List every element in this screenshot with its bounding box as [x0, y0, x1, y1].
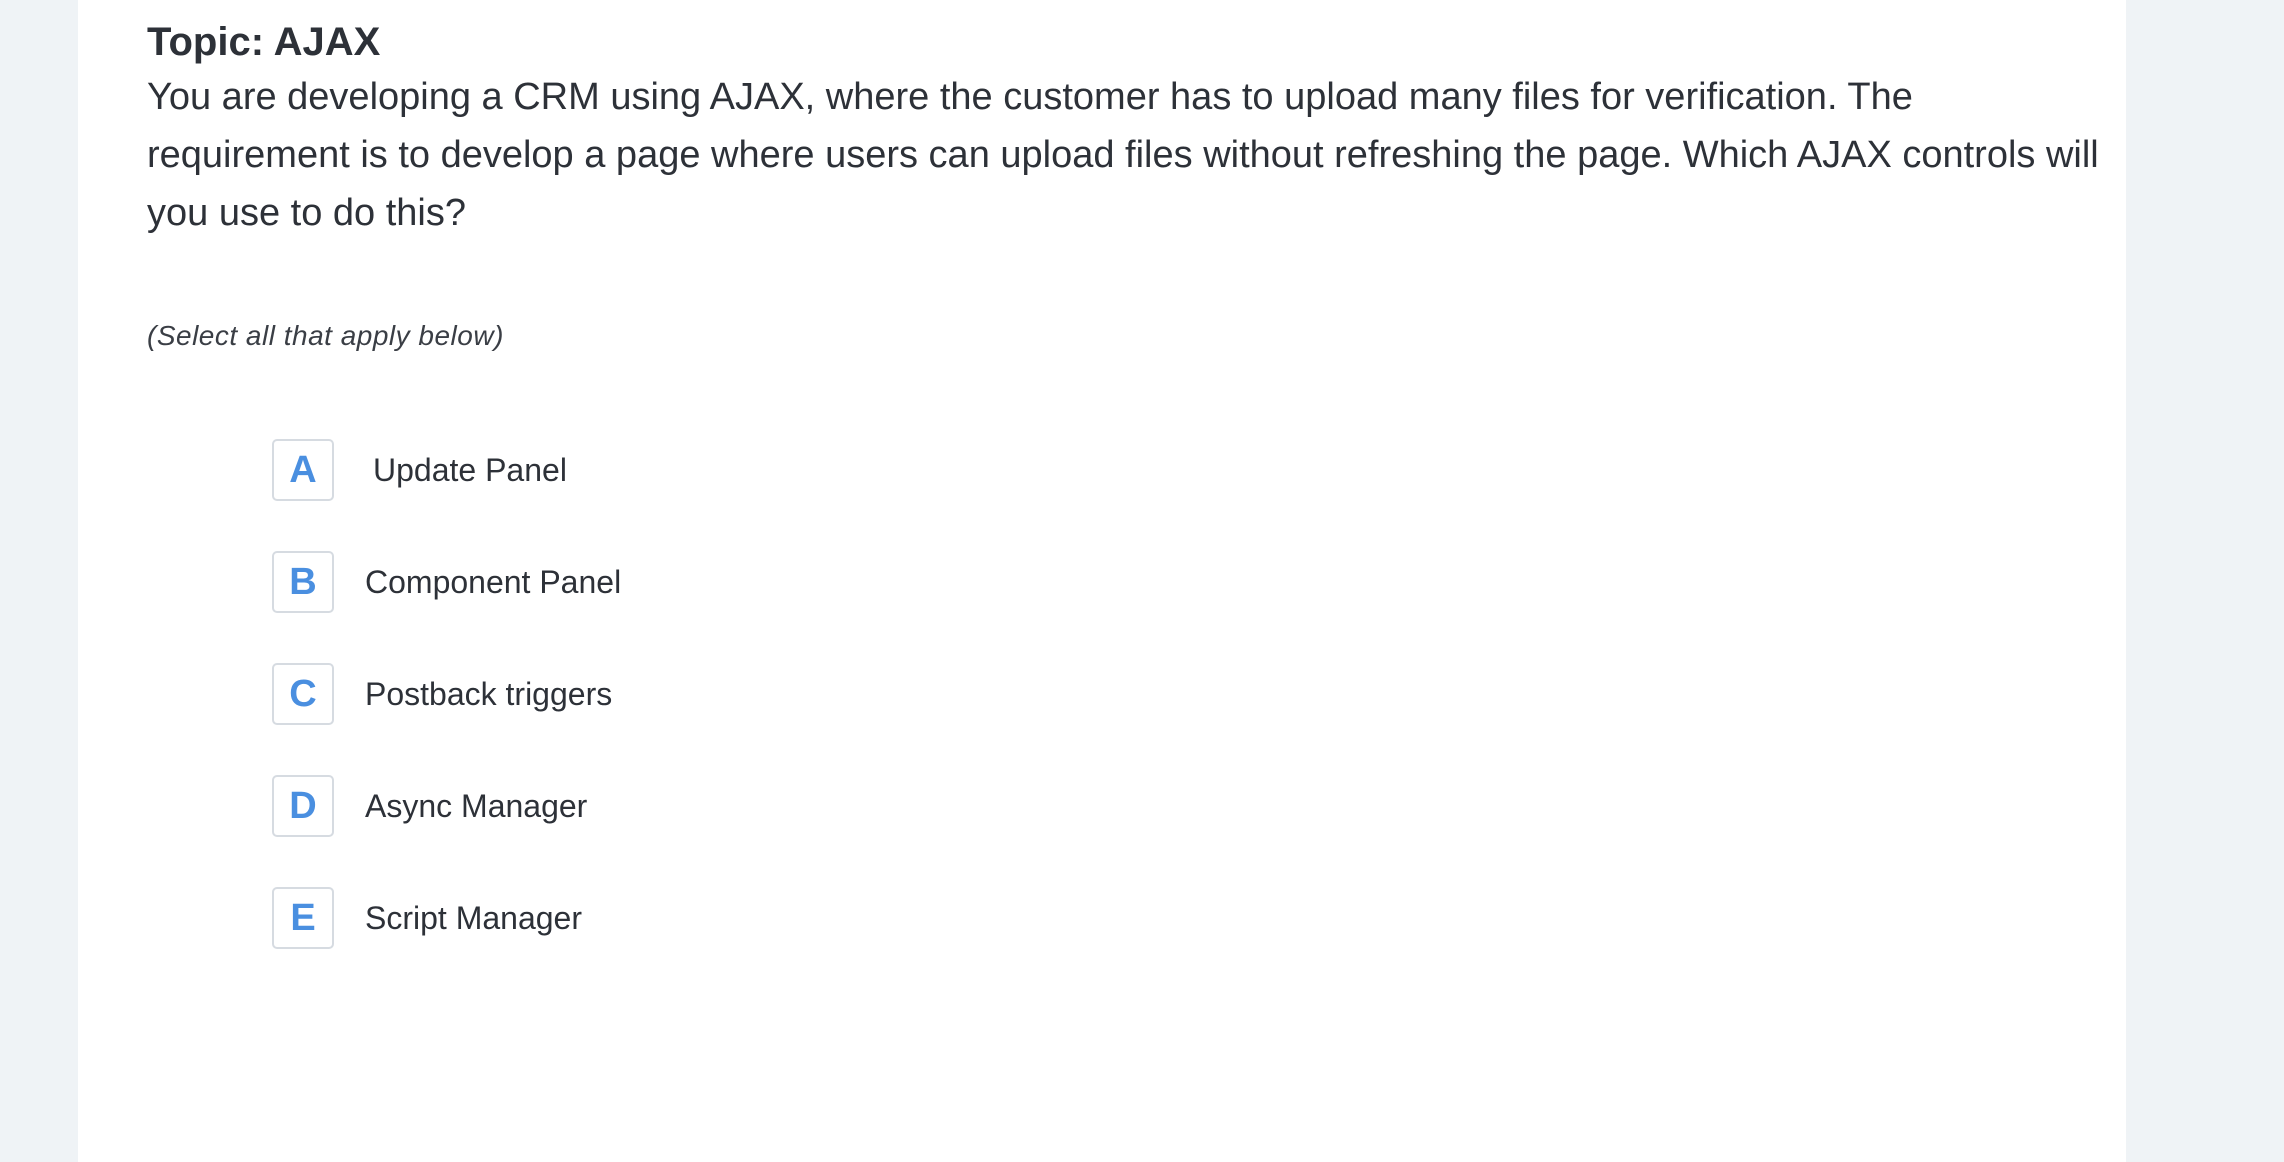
- option-b-label[interactable]: Component Panel: [365, 564, 621, 601]
- option-e-label[interactable]: Script Manager: [365, 900, 582, 937]
- topic-heading: Topic: AJAX: [147, 20, 381, 64]
- option-c[interactable]: C Postback triggers: [272, 662, 621, 726]
- question-text: You are developing a CRM using AJAX, whe…: [147, 76, 2099, 234]
- option-b-key[interactable]: B: [272, 551, 334, 613]
- option-e-key[interactable]: E: [272, 887, 334, 949]
- option-c-label[interactable]: Postback triggers: [365, 676, 612, 713]
- answer-options: A Update Panel B Component Panel C Postb…: [272, 438, 621, 998]
- option-b[interactable]: B Component Panel: [272, 550, 621, 614]
- option-a-key[interactable]: A: [272, 439, 334, 501]
- option-d-label[interactable]: Async Manager: [365, 788, 587, 825]
- option-a-label[interactable]: Update Panel: [373, 452, 567, 489]
- option-a[interactable]: A Update Panel: [272, 438, 621, 502]
- option-e[interactable]: E Script Manager: [272, 886, 621, 950]
- option-d[interactable]: D Async Manager: [272, 774, 621, 838]
- question-card: Topic: AJAX You are developing a CRM usi…: [78, 0, 2126, 1162]
- option-c-key[interactable]: C: [272, 663, 334, 725]
- option-d-key[interactable]: D: [272, 775, 334, 837]
- selection-hint: (Select all that apply below): [147, 320, 504, 351]
- question-content: Topic: AJAX You are developing a CRM usi…: [147, 16, 2107, 352]
